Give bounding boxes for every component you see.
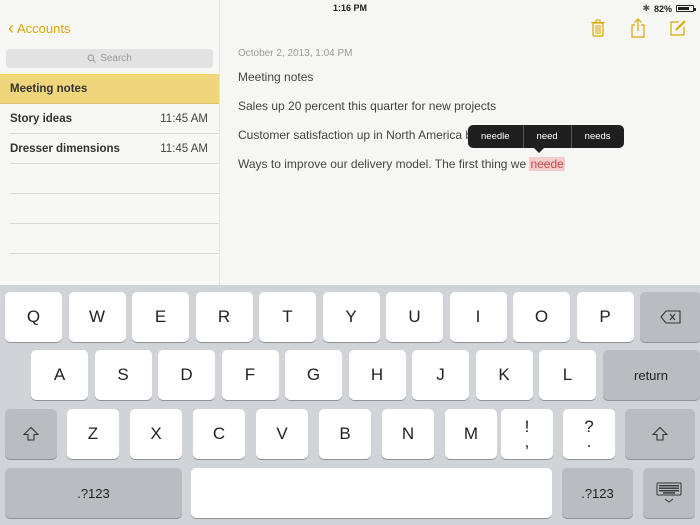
search-icon [87, 54, 97, 63]
key-b[interactable]: B [319, 409, 371, 459]
note-title: Dresser dimensions [10, 142, 120, 155]
key-c[interactable]: C [193, 409, 245, 459]
shift-key-left[interactable] [5, 409, 57, 459]
key-d[interactable]: D [158, 350, 215, 400]
empty-row [10, 194, 219, 224]
notes-sidebar: ‹ Accounts Search Meeting notes Story id… [0, 0, 220, 285]
numbers-key-right[interactable]: .?123 [562, 468, 633, 518]
key-n[interactable]: N [382, 409, 434, 459]
empty-row [10, 254, 219, 283]
note-time: 11:45 AM [160, 112, 208, 125]
note-toolbar [588, 18, 700, 38]
search-placeholder: Search [100, 53, 132, 64]
space-bar[interactable] [191, 468, 552, 518]
key-h[interactable]: H [348, 350, 406, 400]
key-e[interactable]: E [132, 292, 189, 342]
battery-icon [676, 5, 696, 12]
note-line: Meeting notes [238, 70, 314, 84]
key-bottom-glyph: , [524, 432, 530, 451]
trash-icon [591, 19, 605, 37]
suggestion-option[interactable]: needs [572, 125, 624, 148]
suggestion-option[interactable]: need [524, 125, 572, 148]
trash-button[interactable] [588, 18, 608, 38]
spelling-suggestions: needle need needs [468, 125, 624, 153]
key-j[interactable]: J [412, 350, 469, 400]
keyboard-dismiss-icon [656, 482, 682, 503]
note-line: Ways to improve our delivery model. The … [238, 157, 688, 171]
key-m[interactable]: M [445, 409, 497, 459]
key-v[interactable]: V [256, 409, 308, 459]
key-w[interactable]: W [68, 292, 126, 342]
bluetooth-icon: ✱ [642, 3, 650, 13]
compose-icon [670, 20, 686, 36]
key-a[interactable]: A [31, 350, 88, 400]
key-bottom-glyph: . [586, 432, 592, 451]
key-t[interactable]: T [259, 292, 316, 342]
shift-icon [23, 426, 39, 441]
empty-row [10, 164, 219, 194]
battery-percent: 82% [653, 3, 672, 14]
note-editor[interactable]: October 2, 2013, 1:04 PM Meeting notes S… [238, 48, 688, 187]
delete-icon [659, 310, 681, 324]
key-y[interactable]: Y [322, 292, 380, 342]
key-f[interactable]: F [221, 350, 279, 400]
shift-icon [652, 426, 668, 441]
key-r[interactable]: R [195, 292, 253, 342]
key-p[interactable]: P [576, 292, 634, 342]
key-s[interactable]: S [94, 350, 152, 400]
key-q[interactable]: Q [5, 292, 62, 342]
key-o[interactable]: O [513, 292, 570, 342]
return-key[interactable]: return [602, 350, 700, 400]
note-time: 11:45 AM [160, 142, 208, 155]
shift-key-right[interactable] [625, 409, 695, 459]
key-g[interactable]: G [285, 350, 342, 400]
key-i[interactable]: I [449, 292, 507, 342]
chevron-left-icon: ‹ [8, 18, 14, 38]
key-exclaim-comma[interactable]: !, [501, 409, 553, 459]
note-list-item[interactable]: Meeting notes [0, 74, 219, 104]
delete-key[interactable] [640, 292, 700, 342]
empty-row [10, 224, 219, 254]
note-list-item[interactable]: Story ideas 11:45 AM [10, 104, 219, 134]
key-u[interactable]: U [386, 292, 443, 342]
note-title: Story ideas [10, 112, 72, 125]
key-z[interactable]: Z [67, 409, 119, 459]
share-icon [631, 18, 645, 38]
note-list: Meeting notes Story ideas 11:45 AM Dress… [0, 74, 219, 283]
note-line: Sales up 20 percent this quarter for new… [238, 99, 497, 113]
search-input[interactable]: Search [6, 49, 213, 68]
compose-button[interactable] [668, 18, 688, 38]
accounts-back-button[interactable]: ‹ Accounts [8, 18, 71, 38]
note-title: Meeting notes [10, 82, 88, 95]
note-date: October 2, 2013, 1:04 PM [238, 48, 353, 59]
key-k[interactable]: K [475, 350, 533, 400]
note-list-item[interactable]: Dresser dimensions 11:45 AM [10, 134, 219, 164]
back-label: Accounts [17, 20, 71, 36]
dismiss-keyboard-key[interactable] [643, 468, 695, 518]
note-line-text: Ways to improve our delivery model. The … [238, 157, 530, 171]
misspelled-word[interactable]: neede [529, 157, 565, 171]
share-button[interactable] [628, 18, 648, 38]
keyboard: Q W E R T Y U I O P A S D F G H J K Lreturn Z X C V B N M!,?. .?12… [0, 285, 700, 525]
key-x[interactable]: X [130, 409, 182, 459]
numbers-key-left[interactable]: .?123 [5, 468, 182, 518]
key-question-period[interactable]: ?. [563, 409, 615, 459]
suggestion-option[interactable]: needle [468, 125, 524, 148]
key-l[interactable]: L [539, 350, 596, 400]
